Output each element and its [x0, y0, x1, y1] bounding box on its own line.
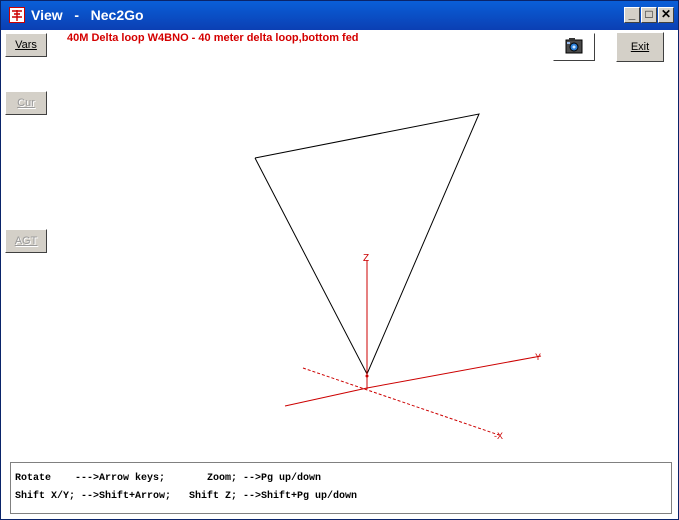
help-line-shift: Shift X/Y; -->Shift+Arrow; Shift Z; -->S… [15, 491, 358, 502]
app-icon [9, 7, 25, 23]
antenna-heading: 40M Delta loop W4BNO - 40 meter delta lo… [67, 32, 359, 44]
y-axis-tick: -X [494, 431, 503, 441]
title-bar[interactable]: View - Nec2Go _ □ ✕ [1, 1, 678, 30]
x-axis-tick: -Y [532, 352, 541, 362]
exit-button[interactable]: Exit [616, 32, 664, 62]
z-axis-label: Z [363, 253, 369, 264]
keyboard-help-panel: Rotate --->Arrow keys; Zoom; -->Pg up/do… [10, 462, 672, 514]
x-axis-negative [284, 387, 368, 407]
maximize-button[interactable]: □ [641, 7, 657, 23]
window-title: View - Nec2Go [31, 7, 144, 23]
minimize-button[interactable]: _ [624, 7, 640, 23]
agt-button[interactable]: AGT [5, 229, 47, 253]
app-window: View - Nec2Go _ □ ✕ Z -Y -X 40M Delta lo… [0, 0, 679, 520]
snapshot-button[interactable] [553, 33, 595, 61]
antenna-view[interactable]: Z -Y -X [1, 30, 678, 519]
x-axis-positive [366, 355, 542, 389]
help-line-rotate: Rotate --->Arrow keys; Zoom; -->Pg up/do… [15, 473, 322, 484]
camera-icon [565, 38, 583, 54]
vars-button[interactable]: Vars [5, 33, 47, 57]
feed-point [365, 374, 369, 378]
close-button[interactable]: ✕ [658, 7, 674, 23]
y-axis-dashed [302, 367, 500, 436]
cur-button[interactable]: Cur [5, 91, 47, 115]
view-canvas-area[interactable]: Z -Y -X 40M Delta loop W4BNO - 40 meter … [1, 30, 678, 519]
